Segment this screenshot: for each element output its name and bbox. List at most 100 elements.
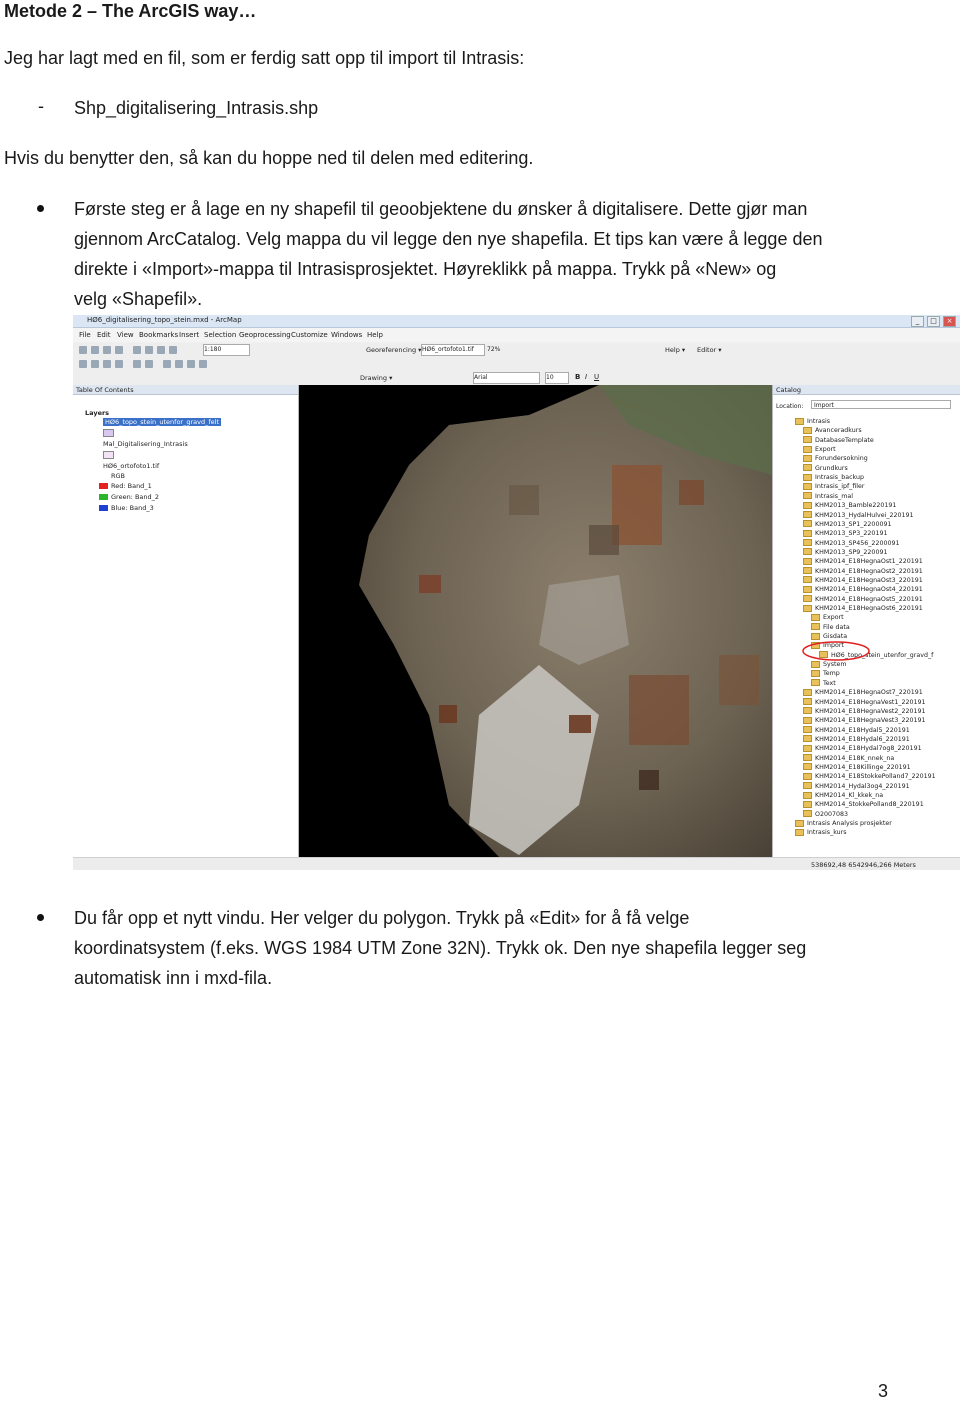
catalog-item-label: KHM2013_Bamble220191 xyxy=(815,502,897,510)
measure-icon[interactable] xyxy=(199,360,207,368)
folder-icon xyxy=(803,557,812,565)
catalog-item[interactable]: Intrasis_mal xyxy=(803,492,853,501)
menu-bookmarks[interactable]: Bookmarks xyxy=(139,331,178,339)
zoom-percent[interactable]: 72% xyxy=(487,346,500,353)
close-icon[interactable]: × xyxy=(943,316,956,327)
bullet1-line3: direkte i «Import»-mappa til Intrasispro… xyxy=(74,259,777,279)
paste-icon[interactable] xyxy=(157,346,165,354)
folder-icon xyxy=(811,623,820,631)
toc-layers[interactable]: Layers xyxy=(85,409,109,417)
catalog-item[interactable]: Temp xyxy=(811,669,840,678)
menu-selection[interactable]: Selection xyxy=(204,331,236,339)
catalog-item[interactable]: KHM2014_E18HegnaOst5_220191 xyxy=(803,595,923,604)
minimize-icon[interactable]: _ xyxy=(911,316,924,327)
catalog-item[interactable]: KHM2014_E18HegnaOst6_220191 xyxy=(803,604,923,613)
catalog-item[interactable]: Intrasis xyxy=(795,417,830,426)
font-size-select[interactable]: 10 xyxy=(545,372,569,384)
forward-icon[interactable] xyxy=(145,360,153,368)
toc-layer-topo-stein[interactable]: HØ6_topo_stein_utenfor_gravd_felt xyxy=(103,418,221,426)
back-icon[interactable] xyxy=(133,360,141,368)
catalog-item[interactable]: KHM2014_E18HegnaVest2_220191 xyxy=(803,707,926,716)
scale-select[interactable]: 1:180 xyxy=(203,344,250,356)
catalog-item[interactable]: Intrasis_backup xyxy=(803,473,864,482)
catalog-item[interactable]: KHM2014_E18Killinge_220191 xyxy=(803,763,911,772)
copy-icon[interactable] xyxy=(145,346,153,354)
catalog-item[interactable]: KHM2014_StokkePolland8_220191 xyxy=(803,800,924,809)
catalog-item[interactable]: Export xyxy=(811,613,844,622)
catalog-item[interactable]: KHM2014_Kl_kkek_na xyxy=(803,791,883,800)
menu-customize[interactable]: Customize xyxy=(291,331,328,339)
catalog-item[interactable]: KHM2014_E18HegnaOst7_220191 xyxy=(803,688,923,697)
toc-band-green: Green: Band_2 xyxy=(99,493,159,501)
menu-insert[interactable]: Insert xyxy=(179,331,199,339)
catalog-item[interactable]: Intrasis_ipf_filer xyxy=(803,482,865,491)
catalog-item-label: O2007083 xyxy=(815,810,849,818)
catalog-item[interactable]: KHM2014_Hydal3og4_220191 xyxy=(803,782,910,791)
catalog-item[interactable]: KHM2014_E18K_nnek_na xyxy=(803,754,894,763)
catalog-item[interactable]: KHM2014_E18HegnaVest1_220191 xyxy=(803,698,926,707)
catalog-item[interactable]: DatabaseTemplate xyxy=(803,436,874,445)
catalog-item[interactable]: Grundkurs xyxy=(803,464,848,473)
zoom-in-icon[interactable] xyxy=(79,360,87,368)
georef-layer-select[interactable]: HØ6_ortofoto1.tif xyxy=(421,344,485,356)
print-icon[interactable] xyxy=(115,346,123,354)
open-icon[interactable] xyxy=(91,346,99,354)
bold-icon[interactable]: B xyxy=(575,373,580,381)
catalog-item[interactable]: Avanceradkurs xyxy=(803,426,862,435)
catalog-item[interactable]: File data xyxy=(811,623,850,632)
catalog-item[interactable]: Text xyxy=(811,679,836,688)
green-swatch xyxy=(99,494,108,500)
select-icon[interactable] xyxy=(163,360,171,368)
catalog-item-label: Gisdata xyxy=(823,633,848,641)
catalog-item[interactable]: KHM2014_E18Hydal5_220191 xyxy=(803,726,910,735)
italic-icon[interactable]: I xyxy=(585,373,587,381)
zoom-out-icon[interactable] xyxy=(91,360,99,368)
menu-edit[interactable]: Edit xyxy=(97,331,111,339)
catalog-item[interactable]: KHM2014_E18HegnaVest3_220191 xyxy=(803,716,926,725)
catalog-item[interactable]: KHM2013_Bamble220191 xyxy=(803,501,896,510)
catalog-location-input[interactable]: Import xyxy=(811,400,951,409)
catalog-item[interactable]: Forundersokning xyxy=(803,454,868,463)
save-icon[interactable] xyxy=(103,346,111,354)
menu-file[interactable]: File xyxy=(79,331,91,339)
catalog-item[interactable]: KHM2013_SP3_220191 xyxy=(803,529,887,538)
menu-help[interactable]: Help xyxy=(367,331,383,339)
catalog-item[interactable]: KHM2014_E18HegnaOst1_220191 xyxy=(803,557,923,566)
toc-layer-mal[interactable]: Mal_Digitalisering_Intrasis xyxy=(103,440,188,448)
menu-geoprocessing[interactable]: Geoprocessing xyxy=(239,331,291,339)
editor-menu[interactable]: Editor ▾ xyxy=(697,346,722,354)
menu-view[interactable]: View xyxy=(117,331,134,339)
help-menu[interactable]: Help ▾ xyxy=(665,346,685,354)
new-icon[interactable] xyxy=(79,346,87,354)
catalog-item[interactable]: Intrasis_kurs xyxy=(795,828,847,837)
catalog-item[interactable]: O2007083 xyxy=(803,810,848,819)
drawing-menu[interactable]: Drawing ▾ xyxy=(360,374,392,382)
full-extent-icon[interactable] xyxy=(115,360,123,368)
catalog-item[interactable]: KHM2013_HydalHulvei_220191 xyxy=(803,511,914,520)
catalog-pane: Catalog Location: Import Intrasis Avancer… xyxy=(772,385,960,870)
catalog-item[interactable]: KHM2013_SP456_2200091 xyxy=(803,539,899,548)
catalog-item[interactable]: KHM2013_SP1_2200091 xyxy=(803,520,891,529)
underline-icon[interactable]: U xyxy=(594,373,599,381)
catalog-item[interactable]: KHM2014_E18HegnaOst3_220191 xyxy=(803,576,923,585)
maximize-icon[interactable]: □ xyxy=(927,316,940,327)
toc-layer-ortofoto[interactable]: HØ6_ortofoto1.tif xyxy=(103,462,159,470)
catalog-item[interactable]: KHM2013_SP9_220091 xyxy=(803,548,887,557)
catalog-item[interactable]: Export xyxy=(803,445,836,454)
delete-icon[interactable] xyxy=(169,346,177,354)
catalog-item[interactable]: KHM2014_E18Hydal7og8_220191 xyxy=(803,744,922,753)
catalog-item[interactable]: KHM2014_E18StokkePolland7_220191 xyxy=(803,772,936,781)
catalog-item[interactable]: KHM2014_E18HegnaOst2_220191 xyxy=(803,567,923,576)
map-view[interactable] xyxy=(299,385,772,857)
catalog-item[interactable]: KHM2014_E18HegnaOst4_220191 xyxy=(803,585,923,594)
catalog-item[interactable]: KHM2014_E18Hydal6_220191 xyxy=(803,735,910,744)
menu-windows[interactable]: Windows xyxy=(331,331,362,339)
cut-icon[interactable] xyxy=(133,346,141,354)
find-icon[interactable] xyxy=(187,360,195,368)
pan-icon[interactable] xyxy=(103,360,111,368)
identify-icon[interactable] xyxy=(175,360,183,368)
catalog-item-label: File data xyxy=(823,623,850,631)
font-select[interactable]: Arial xyxy=(473,372,540,384)
georeferencing-menu[interactable]: Georeferencing ▾ xyxy=(366,346,421,354)
catalog-item[interactable]: Intrasis Analysis prosjekter xyxy=(795,819,892,828)
